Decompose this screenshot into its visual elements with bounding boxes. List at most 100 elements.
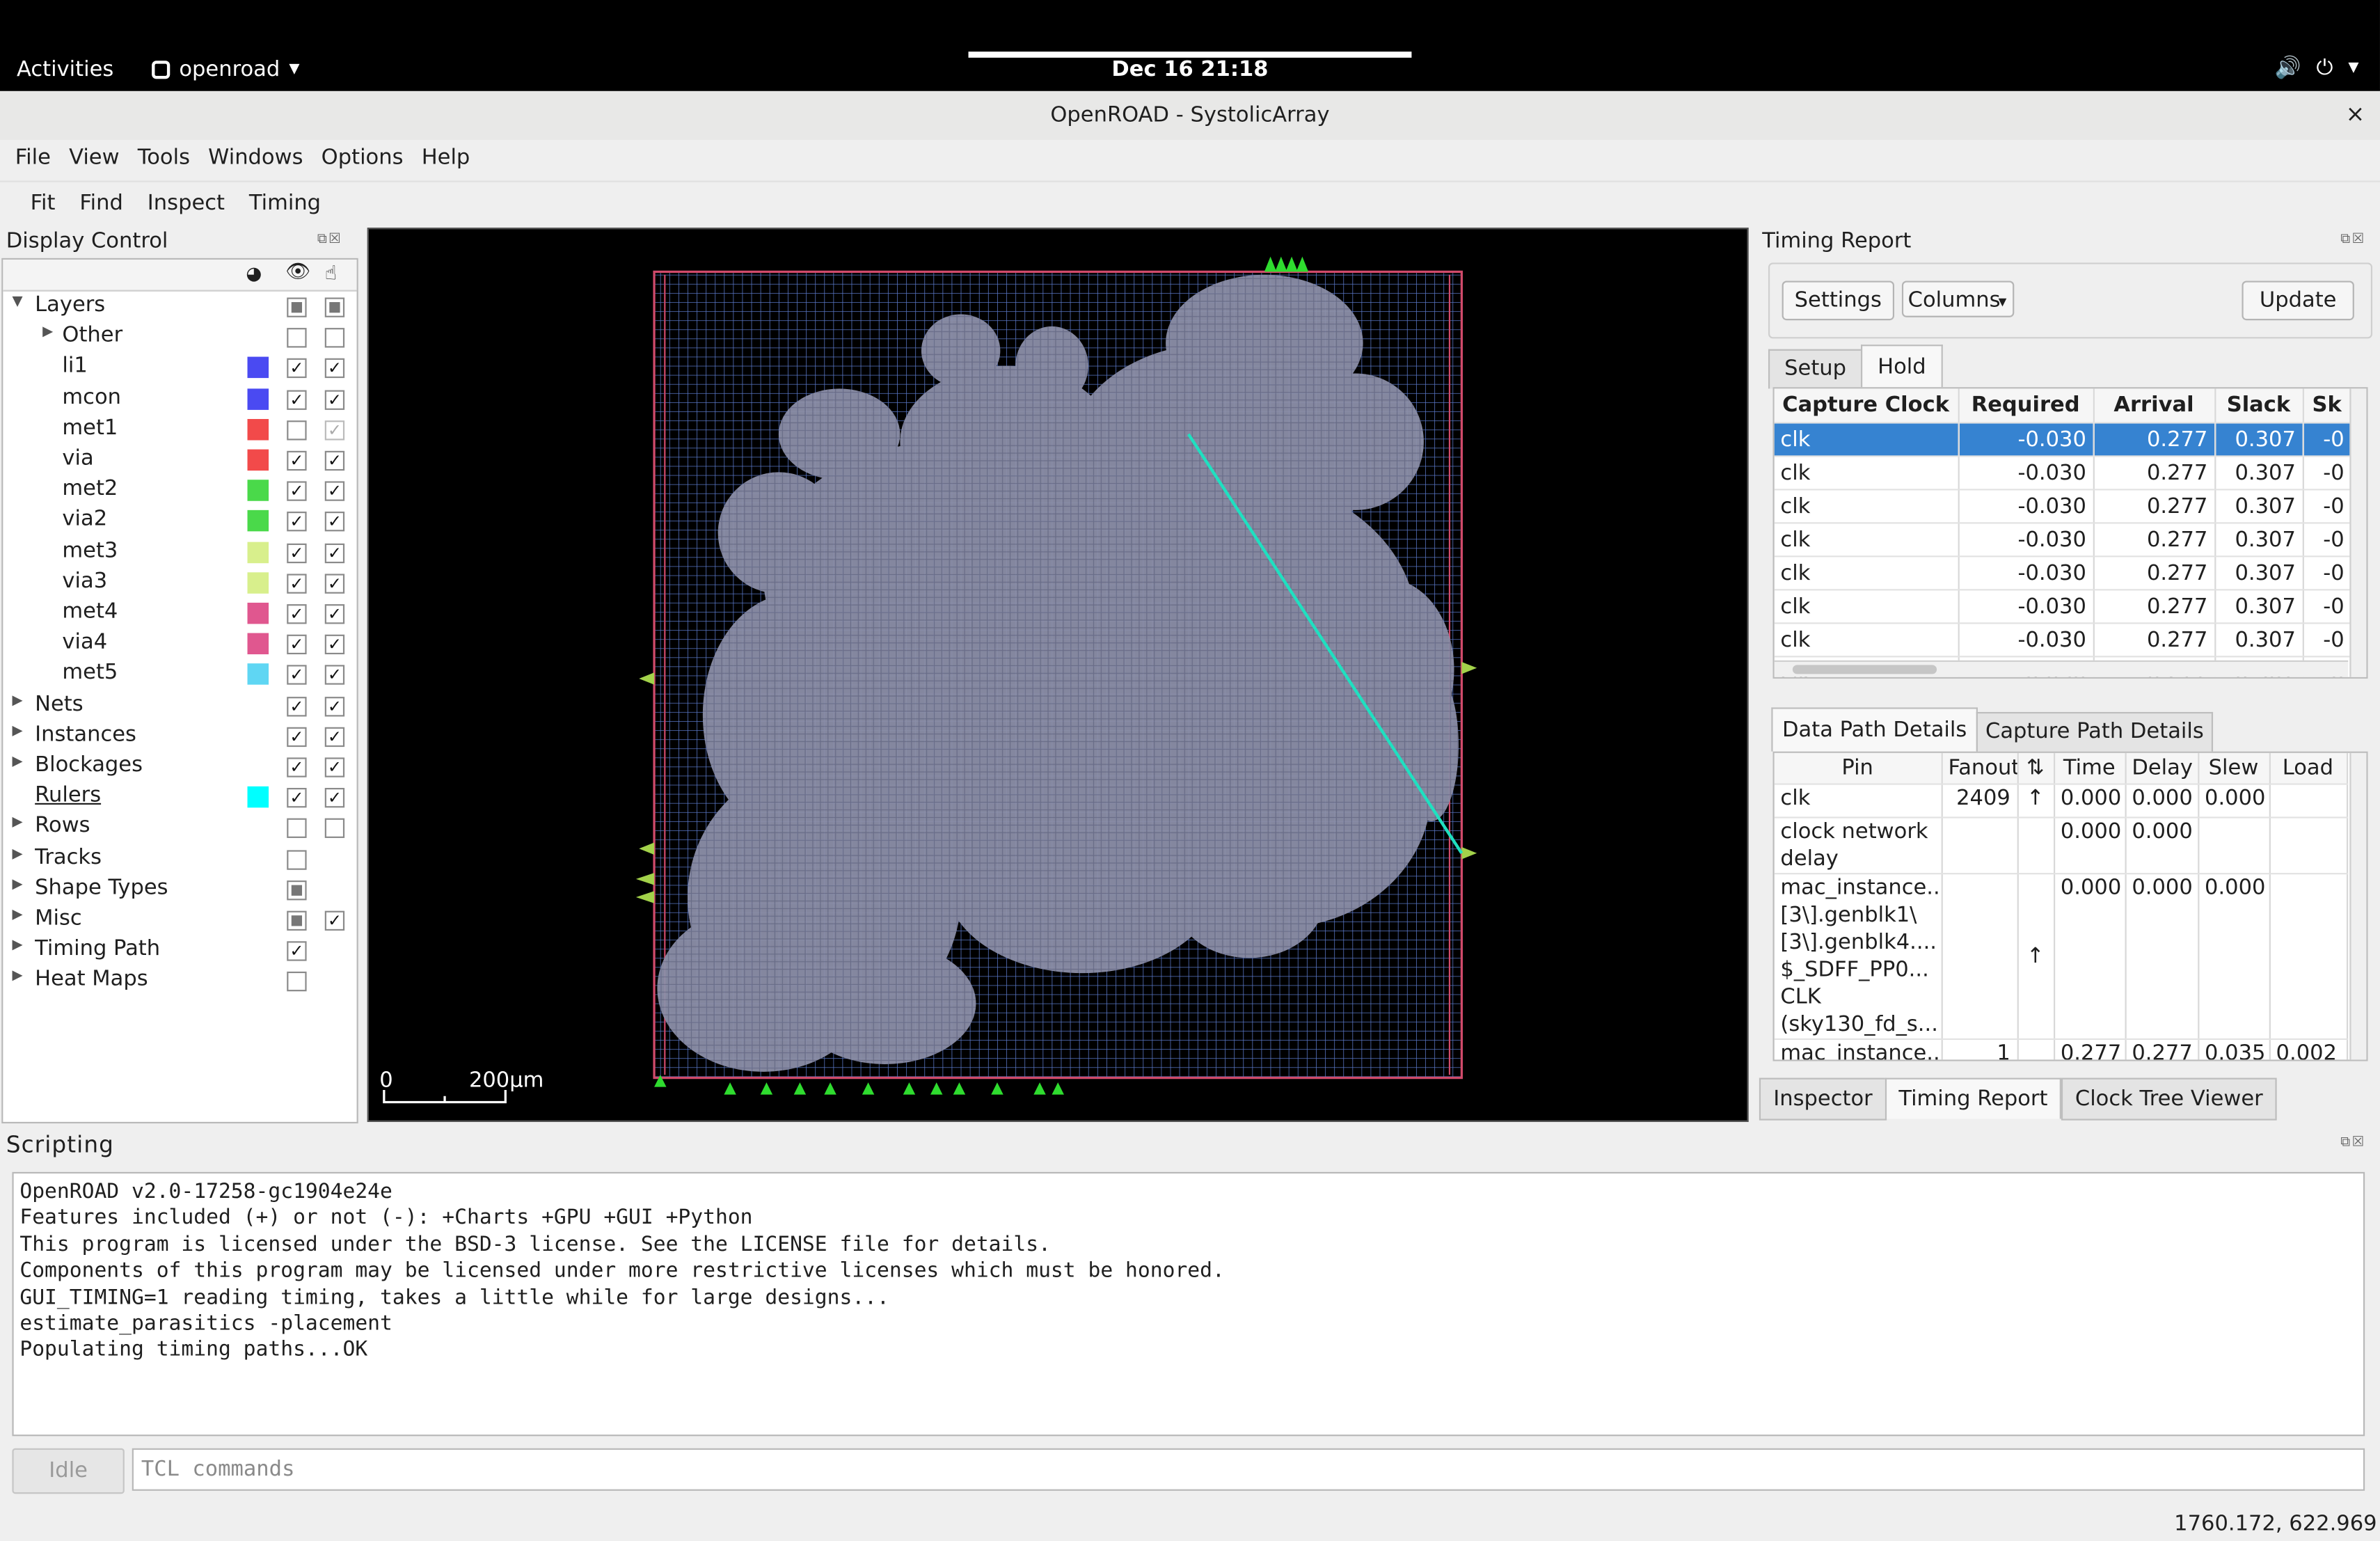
selectable-checkbox[interactable]: ✓ [324,420,345,441]
dock-buttons[interactable]: ⧉☒ [317,232,342,248]
selectable-checkbox[interactable]: ✓ [324,604,345,624]
tab-timing-report[interactable]: Timing Report [1885,1077,2061,1119]
tree-row[interactable]: ▶ Blockages ✓ ✓ [3,752,356,782]
visible-checkbox[interactable]: ✓ [287,574,307,594]
selectable-checkbox[interactable]: ✓ [324,696,345,716]
selectable-checkbox[interactable] [324,819,345,839]
timing-button[interactable]: Timing [237,182,333,225]
tree-row[interactable]: li1 ✓ ✓ [3,353,356,384]
menu-tools[interactable]: Tools [129,140,199,180]
column-header[interactable]: Required [1958,388,2094,424]
visible-checkbox[interactable]: ✓ [287,389,307,410]
visible-checkbox[interactable] [287,849,307,869]
tab-hold[interactable]: Hold [1861,345,1943,389]
expand-right-icon[interactable]: ▶ [12,816,22,831]
selectable-checkbox[interactable]: ✓ [324,757,345,777]
menu-view[interactable]: View [60,140,129,180]
visible-checkbox[interactable] [287,972,307,993]
column-header[interactable]: Capture Clock [1774,388,1959,424]
columns-dropdown[interactable]: Columns ▼ [1901,280,2015,317]
selectable-checkbox[interactable]: ✓ [324,635,345,655]
tree-row[interactable]: met2 ✓ ✓ [3,475,356,506]
selectable-checkbox[interactable]: ✓ [324,910,345,931]
dock-buttons[interactable]: ⧉☒ [2340,1135,2365,1151]
close-icon[interactable]: × [2346,100,2365,127]
tree-row[interactable]: met4 ✓ ✓ [3,598,356,629]
layer-color-swatch[interactable] [247,480,269,502]
table-row[interactable]: clk 2409 ↑ 0.000 0.000 0.000 [1774,784,2348,819]
layer-color-swatch[interactable] [247,787,269,808]
expand-right-icon[interactable]: ▶ [12,693,22,709]
visible-checkbox[interactable]: ✓ [287,481,307,502]
tree-row[interactable]: mcon ✓ ✓ [3,384,356,414]
table-row[interactable]: clk-0.0300.2770.307-0 [1774,556,2352,591]
selectable-checkbox[interactable]: ✓ [324,481,345,502]
selectable-checkbox[interactable]: ✓ [324,542,345,563]
visible-checkbox[interactable]: ✓ [287,358,307,379]
table-row[interactable]: mac_instance... [3\].genblk1\ [3\].genbl… [1774,874,2348,1041]
tree-row[interactable]: ▶ Other [3,322,356,353]
layer-color-swatch[interactable] [247,571,269,594]
tab-inspector[interactable]: Inspector [1759,1077,1887,1121]
tree-row[interactable]: Rulers ✓ ✓ [3,782,356,813]
selectable-checkbox[interactable] [324,297,345,317]
selectable-checkbox[interactable]: ✓ [324,358,345,379]
column-header[interactable]: ⇅ [2017,752,2055,785]
tcl-command-input[interactable]: TCL commands [132,1448,2365,1491]
tree-row[interactable]: met5 ✓ ✓ [3,659,356,690]
visible-checkbox[interactable]: ✓ [287,604,307,624]
vertical-scrollbar[interactable] [2349,752,2367,1060]
settings-button[interactable]: Settings [1782,280,1895,321]
visible-checkbox[interactable]: ✓ [287,757,307,777]
tree-row[interactable]: via4 ✓ ✓ [3,629,356,659]
tab-setup[interactable]: Setup [1768,349,1863,389]
tree-row[interactable]: ▶ Shape Types [3,874,356,905]
layout-canvas[interactable]: 0 200μm [367,228,1749,1122]
tree-row[interactable]: ▶ Nets ✓ ✓ [3,690,356,721]
tab-data-path-details[interactable]: Data Path Details [1771,707,1978,752]
path-details-table[interactable]: Pin Fanout ⇅ Time Delay Slew Load clk 2409 ↑ 0.00… [1772,751,2368,1061]
tree-row[interactable]: met1 ✓ [3,414,356,445]
tree-row[interactable]: ▶ Tracks [3,844,356,874]
selectable-checkbox[interactable]: ✓ [324,788,345,808]
selectable-checkbox[interactable]: ✓ [324,727,345,747]
table-row[interactable]: clk-0.0300.2770.307-0 [1774,489,2352,524]
selectable-checkbox[interactable]: ✓ [324,574,345,594]
column-header[interactable]: Load [2269,752,2348,785]
table-row[interactable]: clk-0.0300.2770.307-0 [1774,523,2352,558]
tree-row[interactable]: ▶ Timing Path ✓ [3,935,356,966]
system-tray[interactable]: 🔊 ⏻ ▼ [2275,56,2359,81]
column-header[interactable]: Pin [1774,752,1942,785]
horizontal-scrollbar[interactable] [1774,660,2349,677]
visible-checkbox[interactable] [287,819,307,839]
table-row[interactable]: clock network delay 0.000 0.000 [1774,817,2348,875]
inspect-button[interactable]: Inspect [135,182,237,225]
column-header[interactable]: Slew [2198,752,2270,785]
expand-down-icon[interactable]: ▼ [12,294,22,310]
column-header[interactable]: Delay [2125,752,2199,785]
expand-right-icon[interactable]: ▶ [12,969,22,984]
selectable-checkbox[interactable]: ✓ [324,665,345,686]
layer-color-swatch[interactable] [247,602,269,624]
layer-color-swatch[interactable] [247,357,269,379]
table-row[interactable]: clk-0.0300.2770.307-0 [1774,590,2352,624]
selectable-checkbox[interactable]: ✓ [324,512,345,532]
tree-row[interactable]: ▶ Misc ✓ [3,905,356,935]
layer-color-swatch[interactable] [247,510,269,532]
expand-right-icon[interactable]: ▶ [12,754,22,770]
visible-checkbox[interactable]: ✓ [287,512,307,532]
path-table[interactable]: Capture Clock Required Arrival Slack Sk clk -… [1772,387,2368,679]
tree-row[interactable]: met3 ✓ ✓ [3,537,356,567]
vertical-scrollbar[interactable] [2349,388,2367,677]
column-header[interactable]: Arrival [2093,388,2216,424]
column-header[interactable]: Fanout [1941,752,2018,785]
visible-checkbox[interactable]: ✓ [287,727,307,747]
selectable-checkbox[interactable]: ✓ [324,389,345,410]
dock-buttons[interactable]: ⧉☒ [2340,232,2365,248]
tree-row[interactable]: ▶ Heat Maps [3,966,356,997]
visible-checkbox[interactable] [287,328,307,348]
expand-right-icon[interactable]: ▶ [12,846,22,862]
selectable-checkbox[interactable] [324,328,345,348]
visible-checkbox[interactable]: ✓ [287,665,307,686]
menu-help[interactable]: Help [413,140,479,180]
